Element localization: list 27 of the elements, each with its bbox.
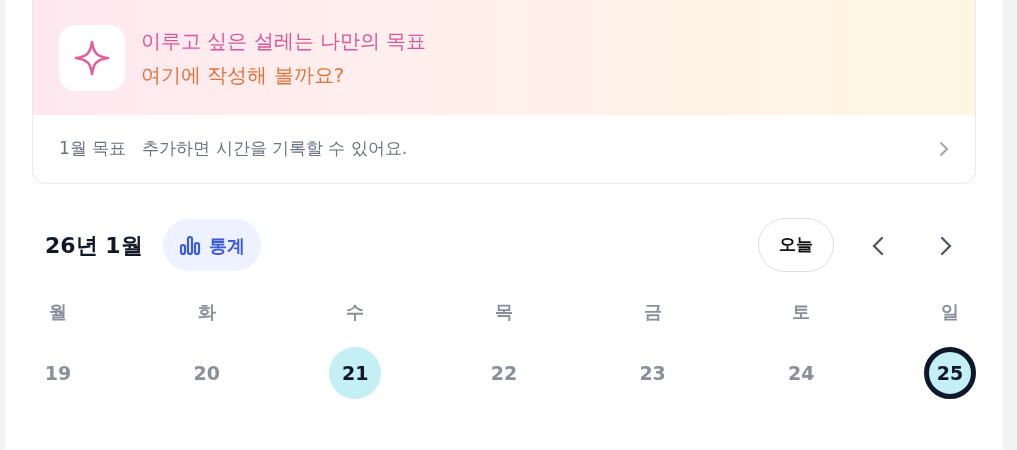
chevron-left-icon	[872, 235, 884, 256]
stats-button[interactable]: 통계	[162, 219, 261, 271]
sparkle-icon	[74, 39, 110, 76]
weekday-label: 화	[196, 300, 217, 324]
goal-prompt-text: 여기에 작성해 볼까요?	[141, 61, 346, 89]
month-goal-hint: 추가하면 시간을 기록할 수 있어요.	[142, 137, 408, 161]
month-title: 26년 1월	[45, 231, 143, 260]
calendar-day[interactable]: 19	[32, 347, 84, 399]
bar-chart-icon	[178, 234, 201, 256]
calendar-day[interactable]: 23	[626, 347, 679, 399]
month-goal-label: 1월 목표	[59, 137, 127, 161]
calendar-day[interactable]: 22	[477, 347, 530, 399]
calendar-day[interactable]: 20	[180, 347, 233, 399]
goal-prompt-text: 이루고 싶은 설레는 나만의 목표	[141, 27, 427, 55]
weekday-label: 일	[939, 300, 960, 324]
today-button[interactable]: 오늘	[758, 218, 834, 272]
weekday-label: 금	[642, 300, 663, 324]
weekday-label: 월	[48, 300, 68, 324]
month-goal-row[interactable]: 1월 목표 추가하면 시간을 기록할 수 있어요.	[33, 115, 975, 183]
weekday-label: 수	[345, 300, 366, 324]
chevron-right-icon	[940, 235, 952, 256]
calendar-day[interactable]: 25	[923, 347, 976, 399]
weekday-label: 목	[493, 300, 514, 324]
weekday-label: 토	[791, 300, 812, 324]
calendar-day[interactable]: 24	[775, 347, 828, 399]
chevron-right-icon	[939, 141, 949, 157]
calendar-day[interactable]: 21	[329, 347, 382, 399]
